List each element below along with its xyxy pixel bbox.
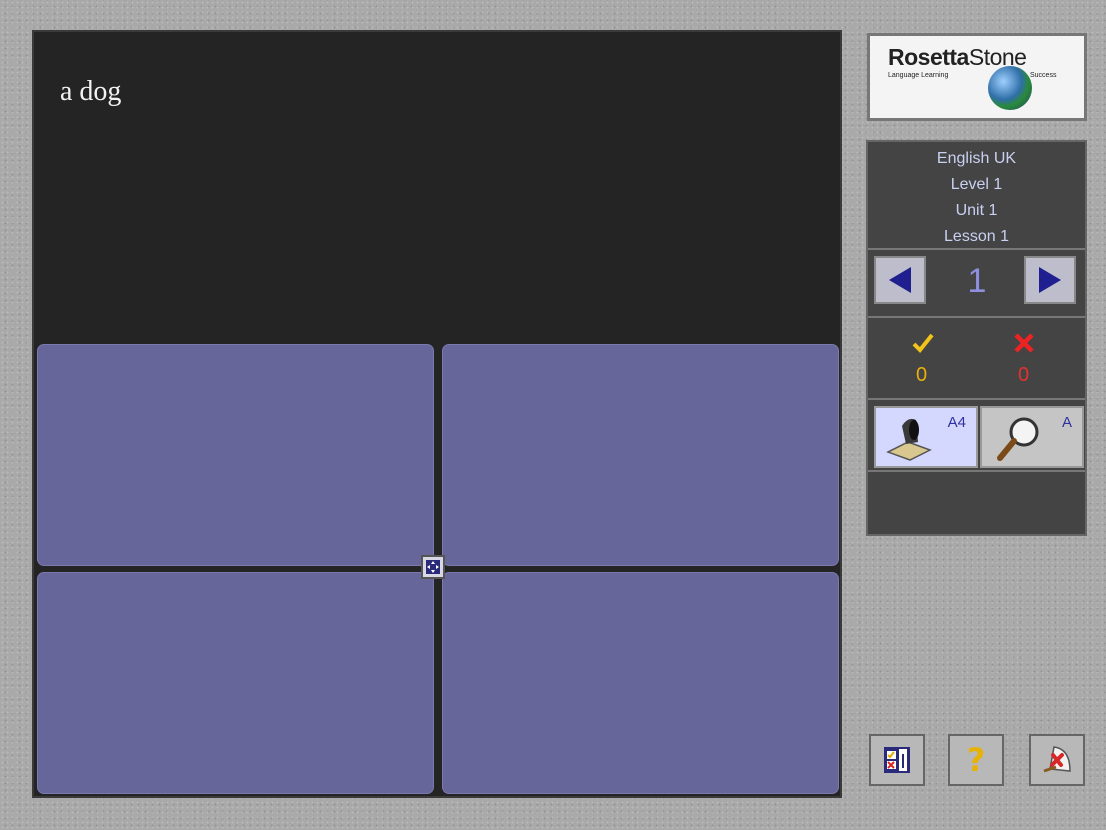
divider bbox=[868, 470, 1085, 472]
shuffle-icon[interactable] bbox=[421, 555, 445, 579]
answer-tile-2[interactable] bbox=[442, 344, 839, 566]
left-triangle-icon bbox=[889, 267, 911, 293]
help-icon: ? bbox=[966, 741, 986, 779]
lesson-label: Lesson 1 bbox=[944, 228, 1009, 245]
listen-read-mode-button[interactable]: A4 bbox=[874, 406, 978, 468]
picture-stage: a dog bbox=[32, 30, 842, 798]
mode-label-a: A bbox=[1061, 414, 1072, 431]
logo-brand-light: Stone bbox=[968, 44, 1027, 70]
answer-tile-4[interactable] bbox=[442, 572, 839, 794]
results-icon bbox=[884, 747, 910, 773]
logo-brand-bold: Rosetta bbox=[888, 44, 969, 70]
checkmark-icon bbox=[912, 333, 934, 353]
mode-label-a4: A4 bbox=[947, 414, 966, 431]
results-button[interactable] bbox=[869, 734, 925, 786]
lesson-info: English UK Level 1 Unit 1 Lesson 1 bbox=[868, 142, 1085, 248]
speaker-icon bbox=[886, 418, 932, 461]
wrong-count: 0 bbox=[1018, 364, 1030, 386]
logo-tag-left: Language Learning bbox=[888, 72, 949, 79]
control-panel: English UK Level 1 Unit 1 Lesson 1 1 0 0… bbox=[866, 140, 1087, 536]
page-number: 1 bbox=[967, 262, 987, 300]
exit-button[interactable] bbox=[1029, 734, 1085, 786]
right-triangle-icon bbox=[1039, 267, 1061, 293]
divider bbox=[868, 248, 1085, 250]
help-button[interactable]: ? bbox=[948, 734, 1004, 786]
unit-label: Unit 1 bbox=[955, 202, 998, 219]
level-label: Level 1 bbox=[950, 176, 1003, 193]
rosetta-stone-logo: RosettaStone Language Learning Success bbox=[867, 33, 1087, 121]
divider bbox=[868, 398, 1085, 400]
prompt-text: a dog bbox=[60, 76, 122, 107]
x-icon bbox=[1014, 333, 1034, 353]
exit-icon bbox=[1043, 746, 1071, 773]
answer-tile-3[interactable] bbox=[37, 572, 434, 794]
answer-tile-1[interactable] bbox=[37, 344, 434, 566]
read-mode-button[interactable]: A bbox=[980, 406, 1084, 468]
language-label: English UK bbox=[936, 150, 1017, 167]
globe-icon bbox=[988, 66, 1032, 110]
correct-count: 0 bbox=[916, 364, 928, 386]
next-button[interactable] bbox=[1024, 256, 1076, 304]
logo-tag-right: Success bbox=[1030, 72, 1057, 79]
previous-button[interactable] bbox=[874, 256, 926, 304]
magnifier-icon bbox=[997, 417, 1039, 461]
score-area: 0 0 bbox=[868, 318, 1085, 396]
